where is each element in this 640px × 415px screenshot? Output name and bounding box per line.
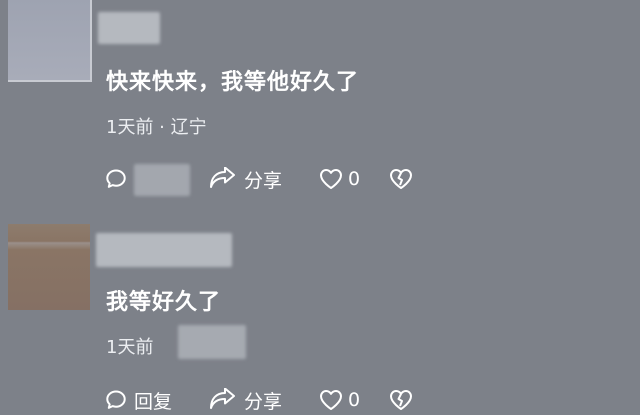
like-count: 0 [348, 168, 361, 190]
share-arrow-icon [208, 167, 238, 191]
reply-label-redacted [134, 164, 190, 196]
avatar[interactable] [8, 224, 90, 310]
comment-actions: 回复 分享 0 [104, 385, 624, 415]
share-button[interactable]: 分享 [208, 164, 282, 194]
comment-meta: 1天前 [106, 337, 154, 358]
username-redacted[interactable] [98, 12, 160, 44]
share-arrow-icon [208, 388, 238, 412]
share-label: 分享 [244, 390, 283, 413]
reply-button[interactable] [104, 164, 190, 196]
comment-actions: 分享 0 [104, 164, 624, 196]
dislike-button[interactable] [388, 385, 414, 415]
share-button[interactable]: 分享 [208, 385, 282, 415]
like-button[interactable]: 0 [318, 385, 360, 415]
like-count: 0 [348, 389, 361, 411]
avatar[interactable] [8, 0, 92, 82]
broken-heart-icon [388, 167, 414, 191]
reply-label: 回复 [134, 390, 173, 413]
comment-meta: 1天前 · 辽宁 [106, 117, 207, 138]
like-button[interactable]: 0 [318, 164, 360, 194]
comment-item: 我等好久了 1天前 回复 分享 0 [0, 207, 640, 414]
dislike-button[interactable] [388, 164, 414, 194]
share-label: 分享 [244, 169, 283, 192]
heart-icon [318, 388, 344, 412]
comment-text: 我等好久了 [106, 290, 222, 315]
comment-text: 快来快来，我等他好久了 [106, 70, 360, 95]
comment-bubble-icon [104, 388, 128, 412]
location-redacted [178, 325, 246, 359]
heart-icon [318, 167, 344, 191]
comment-bubble-icon [104, 167, 128, 191]
comment-item: 快来快来，我等他好久了 1天前 · 辽宁 分享 0 [0, 0, 640, 207]
broken-heart-icon [388, 388, 414, 412]
username-redacted[interactable] [96, 233, 232, 267]
reply-button[interactable]: 回复 [104, 385, 172, 415]
